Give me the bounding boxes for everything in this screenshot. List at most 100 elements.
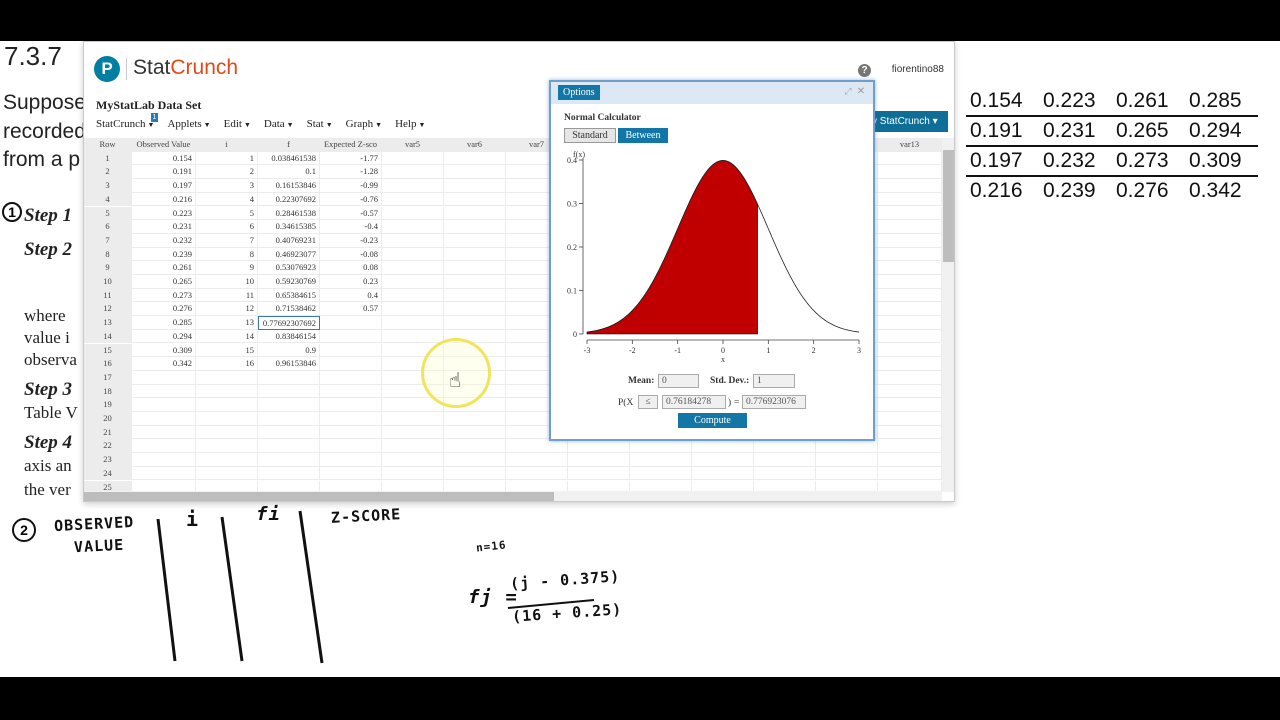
data-cell[interactable] xyxy=(506,439,568,454)
vertical-scrollbar[interactable] xyxy=(942,138,954,492)
mystatcrunch-button[interactable]: y StatCrunch ▾ xyxy=(866,111,948,132)
data-cell[interactable] xyxy=(132,425,196,440)
row-number[interactable]: 5 xyxy=(84,206,132,221)
column-header[interactable]: Observed Value xyxy=(132,138,196,152)
data-cell[interactable] xyxy=(258,466,320,481)
data-cell[interactable] xyxy=(382,329,444,344)
data-cell[interactable] xyxy=(382,275,444,289)
data-cell[interactable] xyxy=(444,439,506,454)
data-cell[interactable] xyxy=(568,466,630,481)
column-header[interactable]: var13 xyxy=(878,138,942,152)
data-cell[interactable]: 0.34615385 xyxy=(258,220,320,234)
data-cell[interactable]: 0.154 xyxy=(132,151,196,166)
row-number[interactable]: 11 xyxy=(84,288,132,303)
row-number[interactable]: 14 xyxy=(84,329,132,344)
data-cell[interactable] xyxy=(878,206,942,221)
data-cell[interactable]: -0.76 xyxy=(320,192,382,207)
data-cell[interactable] xyxy=(878,425,942,440)
data-cell[interactable] xyxy=(878,439,942,454)
data-cell[interactable] xyxy=(132,370,196,385)
row-number[interactable]: 4 xyxy=(84,192,132,207)
menu-stat[interactable]: Stat ▼ xyxy=(307,118,333,130)
data-cell[interactable] xyxy=(382,288,444,303)
horizontal-scrollbar[interactable] xyxy=(84,491,942,501)
data-cell[interactable] xyxy=(444,288,506,303)
menu-statcrunch[interactable]: StatCrunch ▼ xyxy=(96,118,154,130)
row-number[interactable]: 10 xyxy=(84,275,132,289)
data-cell[interactable] xyxy=(132,384,196,399)
dialog-titlebar[interactable]: Options ⤢ ✕ xyxy=(551,82,873,104)
data-cell[interactable]: -0.57 xyxy=(320,206,382,221)
data-cell[interactable] xyxy=(444,316,506,330)
username-label[interactable]: fiorentino88 xyxy=(892,64,944,75)
data-cell[interactable]: 6 xyxy=(196,220,258,234)
data-cell[interactable]: 10 xyxy=(196,275,258,289)
data-cell[interactable] xyxy=(816,466,878,481)
data-cell[interactable]: 0.265 xyxy=(132,275,196,289)
between-mode-button[interactable]: Between xyxy=(618,128,668,143)
data-cell[interactable] xyxy=(382,179,444,193)
operator-select[interactable]: ≤ xyxy=(638,395,658,409)
row-number[interactable]: 1 xyxy=(84,151,132,166)
data-cell[interactable] xyxy=(878,220,942,234)
options-button[interactable]: Options xyxy=(558,85,600,100)
data-cell[interactable]: 0.038461538 xyxy=(258,151,320,166)
data-cell[interactable]: 16 xyxy=(196,357,258,371)
data-cell[interactable] xyxy=(878,466,942,481)
data-cell[interactable] xyxy=(878,151,942,166)
data-cell[interactable]: 0.285 xyxy=(132,316,196,330)
data-cell[interactable]: -1.77 xyxy=(320,151,382,166)
data-cell[interactable]: 0.261 xyxy=(132,261,196,275)
data-cell[interactable]: 14 xyxy=(196,329,258,344)
data-cell[interactable] xyxy=(692,453,754,467)
data-cell[interactable]: 0.71538462 xyxy=(258,302,320,317)
data-cell[interactable] xyxy=(320,316,382,330)
data-cell[interactable] xyxy=(444,302,506,317)
data-cell[interactable] xyxy=(878,398,942,412)
data-cell[interactable] xyxy=(382,233,444,248)
data-cell[interactable] xyxy=(506,466,568,481)
data-cell[interactable] xyxy=(878,316,942,330)
data-cell[interactable] xyxy=(196,412,258,426)
data-cell[interactable]: 0.23 xyxy=(320,275,382,289)
data-cell[interactable] xyxy=(382,425,444,440)
data-cell[interactable]: 1 xyxy=(196,151,258,166)
data-cell[interactable] xyxy=(444,165,506,180)
data-cell[interactable] xyxy=(878,343,942,358)
data-cell[interactable] xyxy=(196,453,258,467)
data-cell[interactable] xyxy=(816,439,878,454)
data-cell[interactable] xyxy=(382,151,444,166)
data-cell[interactable] xyxy=(878,192,942,207)
std-dev-input[interactable]: 1 xyxy=(753,374,795,388)
data-cell[interactable]: 0.197 xyxy=(132,179,196,193)
data-cell[interactable] xyxy=(754,453,816,467)
row-number[interactable]: 12 xyxy=(84,302,132,317)
data-cell[interactable] xyxy=(754,439,816,454)
data-cell[interactable]: -0.99 xyxy=(320,179,382,193)
data-cell[interactable] xyxy=(444,151,506,166)
data-cell[interactable] xyxy=(692,439,754,454)
data-cell[interactable]: 0.276 xyxy=(132,302,196,317)
data-cell[interactable] xyxy=(444,466,506,481)
data-cell[interactable] xyxy=(258,384,320,399)
data-cell[interactable] xyxy=(320,370,382,385)
data-cell[interactable] xyxy=(320,384,382,399)
data-cell[interactable]: 0.59230769 xyxy=(258,275,320,289)
data-cell[interactable] xyxy=(320,453,382,467)
data-cell[interactable] xyxy=(568,453,630,467)
data-cell[interactable] xyxy=(320,412,382,426)
data-cell[interactable]: 0.83846154 xyxy=(258,329,320,344)
column-header[interactable]: var6 xyxy=(444,138,506,152)
data-cell[interactable]: 13 xyxy=(196,316,258,330)
data-cell[interactable]: 0.216 xyxy=(132,192,196,207)
column-header[interactable]: f xyxy=(258,138,320,152)
data-cell[interactable] xyxy=(132,412,196,426)
row-number[interactable]: 22 xyxy=(84,439,132,454)
data-cell[interactable] xyxy=(196,384,258,399)
data-cell[interactable] xyxy=(568,439,630,454)
data-cell[interactable]: -0.23 xyxy=(320,233,382,248)
data-cell[interactable] xyxy=(320,398,382,412)
data-cell[interactable] xyxy=(132,453,196,467)
data-cell[interactable] xyxy=(878,288,942,303)
restore-icon[interactable]: ⤢ xyxy=(843,87,853,97)
